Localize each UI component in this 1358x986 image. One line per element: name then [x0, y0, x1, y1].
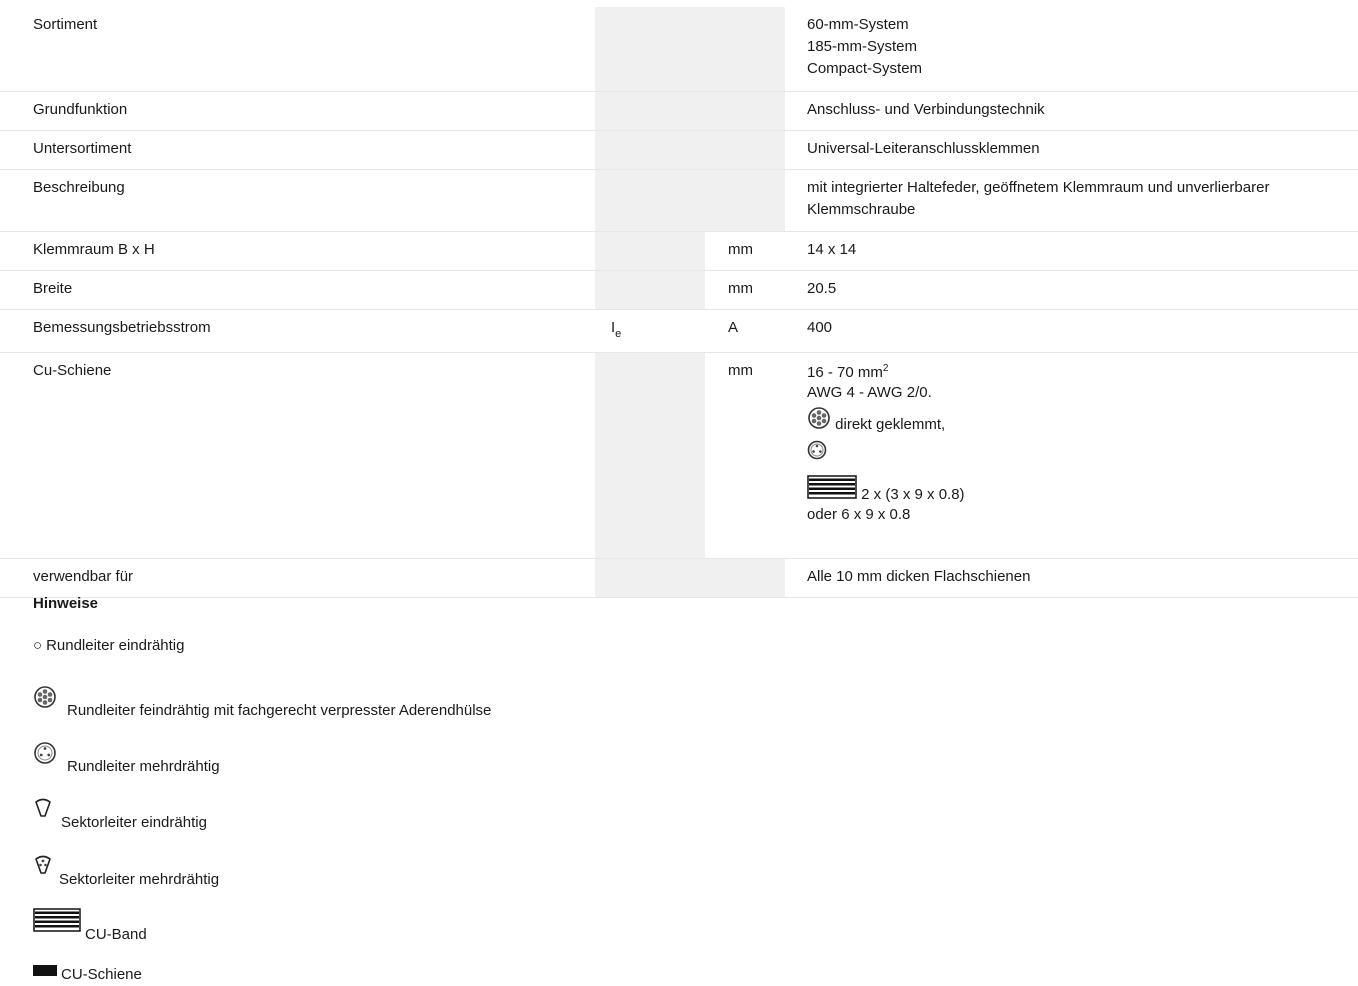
symbol-cell	[595, 131, 705, 169]
unit-cell: mm	[728, 280, 753, 297]
note-item: ○ Rundleiter eindrähtig	[33, 637, 185, 654]
cu-direct-line: direkt geklemmt,	[807, 407, 1340, 435]
note-item: Rundleiter feindrähtig mit fachgerecht v…	[33, 686, 491, 720]
note-item: CU-Band	[33, 908, 147, 944]
symbol-cell	[595, 559, 705, 597]
value-cell: mit integrierter Haltefeder, geöffnetem …	[807, 179, 1270, 218]
spec-table: Sortiment 60-mm-System 185-mm-System Com…	[0, 7, 1358, 598]
unit-cell: mm	[728, 362, 753, 379]
note-item: Sektorleiter eindrähtig	[33, 798, 207, 832]
unit-cell: mm	[728, 241, 753, 258]
unit-cell	[705, 131, 785, 169]
unit-cell	[705, 92, 785, 130]
cu-awg: AWG 4 - AWG 2/0.	[807, 384, 932, 401]
row-label: Cu-Schiene	[33, 362, 112, 379]
unit-cell	[705, 170, 785, 231]
note-item: Sektorleiter mehrdrähtig	[33, 855, 219, 889]
symbol-subscript: e	[615, 328, 622, 340]
table-row: Beschreibung mit integrierter Haltefeder…	[0, 170, 1358, 232]
cu-alt: oder 6 x 9 x 0.8	[807, 506, 911, 523]
note-item: Rundleiter mehrdrähtig	[33, 742, 220, 776]
cu-range: 16 - 70 mm2	[807, 363, 889, 382]
symbol-cell	[595, 92, 705, 130]
round-solid-conductor-icon: ○	[33, 637, 43, 654]
row-label: Grundfunktion	[33, 101, 128, 118]
row-label: Klemmraum B x H	[33, 241, 155, 258]
table-row: Untersortiment Universal-Leiteranschluss…	[0, 131, 1358, 170]
row-label: Breite	[33, 280, 73, 297]
cu-rail-icon	[33, 963, 57, 980]
cu-band-icon	[807, 475, 857, 505]
unit-cell: A	[728, 319, 739, 336]
symbol-cell: Ie	[595, 310, 705, 352]
value-cell: 16 - 70 mm2 AWG 4 - AWG 2/0. direkt gekl…	[785, 353, 1358, 558]
table-row: Breite mm 20.5	[0, 271, 1358, 310]
row-label: Beschreibung	[33, 179, 125, 196]
value-line: 185-mm-System	[807, 38, 918, 55]
round-stranded-conductor-icon	[33, 742, 57, 768]
symbol-cell	[595, 353, 705, 558]
cu-stranded-line	[807, 439, 1340, 467]
note-item: CU-Schiene	[33, 963, 142, 984]
table-row: Grundfunktion Anschluss- und Verbindungs…	[0, 92, 1358, 131]
sector-stranded-conductor-icon	[33, 855, 53, 881]
value-line: Compact-System	[807, 60, 923, 77]
symbol-cell	[595, 271, 705, 309]
table-row: Bemessungsbetriebsstrom Ie A 400	[0, 310, 1358, 353]
notes-title: Hinweise	[33, 595, 99, 612]
value-cell: 400	[807, 319, 833, 336]
sector-solid-conductor-icon	[33, 798, 53, 824]
cu-band-icon	[33, 908, 81, 936]
row-label: Bemessungsbetriebsstrom	[33, 319, 211, 336]
table-row: Cu-Schiene mm 16 - 70 mm2 AWG 4 - AWG 2/…	[0, 353, 1358, 559]
cu-band-line: 2 x (3 x 9 x 0.8)	[807, 475, 1340, 505]
value-cell: 20.5	[807, 280, 837, 297]
symbol-cell	[595, 232, 705, 270]
unit-cell	[705, 559, 785, 597]
value-cell: Anschluss- und Verbindungstechnik	[807, 101, 1045, 118]
value-cell: 14 x 14	[807, 241, 857, 258]
row-label: Untersortiment	[33, 140, 132, 157]
table-row: Klemmraum B x H mm 14 x 14	[0, 232, 1358, 271]
symbol-cell	[595, 170, 705, 231]
round-fine-stranded-conductor-icon	[807, 407, 831, 435]
row-label: Sortiment	[33, 16, 98, 33]
row-label: verwendbar für	[33, 568, 134, 585]
value-cell: 60-mm-System 185-mm-System Compact-Syste…	[785, 7, 1358, 91]
table-row: Sortiment 60-mm-System 185-mm-System Com…	[0, 7, 1358, 92]
round-fine-stranded-conductor-icon	[33, 686, 57, 712]
table-row: verwendbar für Alle 10 mm dicken Flachsc…	[0, 559, 1358, 598]
value-cell: Universal-Leiteranschlussklemmen	[807, 140, 1040, 157]
value-cell: Alle 10 mm dicken Flachschienen	[807, 568, 1031, 585]
unit-cell	[705, 7, 785, 91]
symbol-cell	[595, 7, 705, 91]
round-stranded-conductor-icon	[807, 439, 827, 467]
value-line: 60-mm-System	[807, 16, 909, 33]
page-heading-clipped	[0, 0, 1358, 7]
